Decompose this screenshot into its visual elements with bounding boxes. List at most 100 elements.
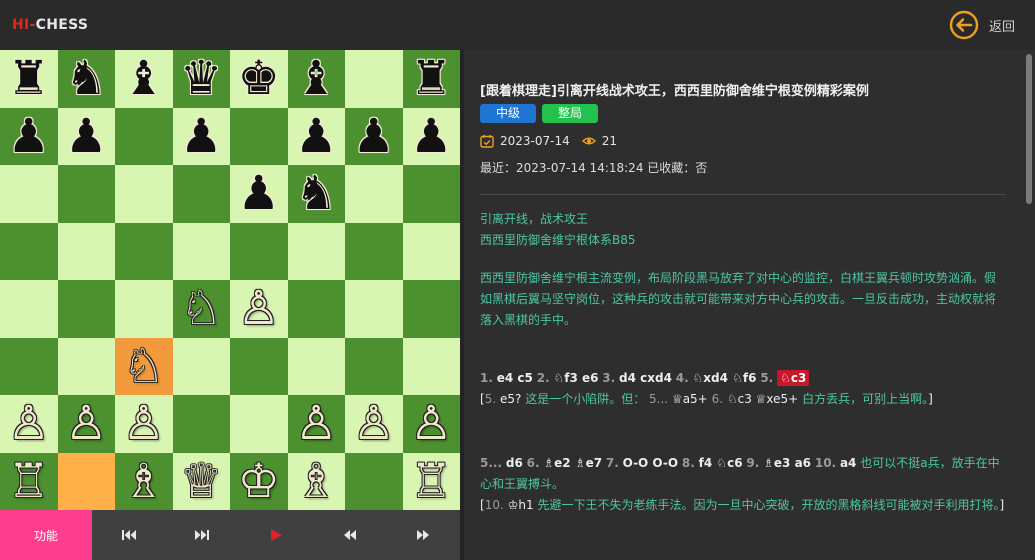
square-a8[interactable]: ♜ xyxy=(0,50,58,108)
square-h3[interactable] xyxy=(402,337,460,395)
square-d4[interactable]: ♘ xyxy=(172,280,230,338)
white-bishop-icon[interactable]: ♗ xyxy=(295,458,337,505)
black-bishop-icon[interactable]: ♝ xyxy=(295,55,337,102)
square-h5[interactable] xyxy=(402,222,460,280)
black-pawn-icon[interactable]: ♟ xyxy=(353,113,395,160)
chess-board[interactable]: ♜ ♞ ♝ ♛ ♚ ♝ ♜ ♟ ♟ ♟ ♟ ♟ ♟ ♟ ♞ ♘ ♙ ♘ ♙ ♙ ♙ ♙ ♙ ♙ ♖ ♗ ♕ ♔ ♗ ♖ xyxy=(0,50,460,510)
square-h7[interactable]: ♟ xyxy=(402,107,460,165)
square-e4[interactable]: ♙ xyxy=(230,280,288,338)
move[interactable]: d6 xyxy=(506,456,523,470)
square-h1[interactable]: ♖ xyxy=(402,452,460,510)
previous-move-button[interactable] xyxy=(313,510,387,560)
square-d5[interactable] xyxy=(172,222,230,280)
square-b2[interactable]: ♙ xyxy=(57,395,115,453)
black-pawn-icon[interactable]: ♟ xyxy=(65,113,107,160)
black-rook-icon[interactable]: ♜ xyxy=(410,55,452,102)
black-pawn-icon[interactable]: ♟ xyxy=(238,170,280,217)
white-pawn-icon[interactable]: ♙ xyxy=(8,400,50,447)
move[interactable]: ♗e2 ♗e7 xyxy=(543,456,602,470)
white-rook-icon[interactable]: ♖ xyxy=(410,458,452,505)
move[interactable]: ♗e3 a6 xyxy=(763,456,811,470)
square-h4[interactable] xyxy=(402,280,460,338)
move[interactable]: f4 ♘c6 xyxy=(699,456,743,470)
move[interactable]: ♘c3 ♕xe5+ xyxy=(727,392,798,406)
move[interactable]: ♔h1 xyxy=(508,498,534,512)
square-g6[interactable] xyxy=(345,165,403,223)
square-e2[interactable] xyxy=(230,395,288,453)
move[interactable]: ♕a5+ xyxy=(672,392,708,406)
black-pawn-icon[interactable]: ♟ xyxy=(410,113,452,160)
square-a6[interactable] xyxy=(0,165,58,223)
black-pawn-icon[interactable]: ♟ xyxy=(8,113,50,160)
square-c8[interactable]: ♝ xyxy=(115,50,173,108)
square-c6[interactable] xyxy=(115,165,173,223)
square-d2[interactable] xyxy=(172,395,230,453)
white-rook-icon[interactable]: ♖ xyxy=(8,458,50,505)
white-queen-icon[interactable]: ♕ xyxy=(180,458,222,505)
square-d8[interactable]: ♛ xyxy=(172,50,230,108)
black-king-icon[interactable]: ♚ xyxy=(238,55,280,102)
square-c2[interactable]: ♙ xyxy=(115,395,173,453)
square-b3[interactable] xyxy=(57,337,115,395)
square-e3[interactable] xyxy=(230,337,288,395)
square-e8[interactable]: ♚ xyxy=(230,50,288,108)
level-tag[interactable]: 中级 xyxy=(480,104,537,123)
square-b4[interactable] xyxy=(57,280,115,338)
move[interactable]: ♘f3 e6 xyxy=(553,371,598,385)
square-g3[interactable] xyxy=(345,337,403,395)
move[interactable]: O-O O-O xyxy=(623,456,678,470)
square-b1[interactable] xyxy=(57,452,115,510)
move[interactable]: a4 xyxy=(840,456,856,470)
square-g5[interactable] xyxy=(345,222,403,280)
square-h6[interactable] xyxy=(402,165,460,223)
white-knight-icon[interactable]: ♘ xyxy=(123,343,165,390)
square-f1[interactable]: ♗ xyxy=(287,452,345,510)
black-knight-icon[interactable]: ♞ xyxy=(295,170,337,217)
back-button[interactable]: 返回 xyxy=(949,10,1015,40)
square-a5[interactable] xyxy=(0,222,58,280)
current-move[interactable]: ♘c3 xyxy=(777,370,810,386)
black-pawn-icon[interactable]: ♟ xyxy=(180,113,222,160)
black-rook-icon[interactable]: ♜ xyxy=(8,55,50,102)
move[interactable]: d4 cxd4 xyxy=(619,371,672,385)
square-a1[interactable]: ♖ xyxy=(0,452,58,510)
white-pawn-icon[interactable]: ♙ xyxy=(295,400,337,447)
square-f7[interactable]: ♟ xyxy=(287,107,345,165)
square-h8[interactable]: ♜ xyxy=(402,50,460,108)
square-a4[interactable] xyxy=(0,280,58,338)
play-button[interactable] xyxy=(239,510,313,560)
square-c1[interactable]: ♗ xyxy=(115,452,173,510)
white-bishop-icon[interactable]: ♗ xyxy=(123,458,165,505)
square-g2[interactable]: ♙ xyxy=(345,395,403,453)
square-e7[interactable] xyxy=(230,107,288,165)
square-d3[interactable] xyxy=(172,337,230,395)
square-g1[interactable] xyxy=(345,452,403,510)
move[interactable]: ♘xd4 ♘f6 xyxy=(693,371,757,385)
square-f3[interactable] xyxy=(287,337,345,395)
move[interactable]: e5? xyxy=(500,392,521,406)
square-f6[interactable]: ♞ xyxy=(287,165,345,223)
square-h2[interactable]: ♙ xyxy=(402,395,460,453)
square-c7[interactable] xyxy=(115,107,173,165)
square-a2[interactable]: ♙ xyxy=(0,395,58,453)
square-e6[interactable]: ♟ xyxy=(230,165,288,223)
black-bishop-icon[interactable]: ♝ xyxy=(123,55,165,102)
square-e1[interactable]: ♔ xyxy=(230,452,288,510)
square-f2[interactable]: ♙ xyxy=(287,395,345,453)
move[interactable]: e4 c5 xyxy=(497,371,533,385)
next-move-button[interactable] xyxy=(386,510,460,560)
white-pawn-icon[interactable]: ♙ xyxy=(410,400,452,447)
white-pawn-icon[interactable]: ♙ xyxy=(123,400,165,447)
square-b5[interactable] xyxy=(57,222,115,280)
white-pawn-icon[interactable]: ♙ xyxy=(238,285,280,332)
square-f5[interactable] xyxy=(287,222,345,280)
square-b7[interactable]: ♟ xyxy=(57,107,115,165)
first-move-button[interactable] xyxy=(92,510,166,560)
square-f4[interactable] xyxy=(287,280,345,338)
square-g4[interactable] xyxy=(345,280,403,338)
square-g8[interactable] xyxy=(345,50,403,108)
white-king-icon[interactable]: ♔ xyxy=(238,458,280,505)
square-c3[interactable]: ♘ xyxy=(115,337,173,395)
function-button[interactable]: 功能 xyxy=(0,510,92,560)
square-a7[interactable]: ♟ xyxy=(0,107,58,165)
